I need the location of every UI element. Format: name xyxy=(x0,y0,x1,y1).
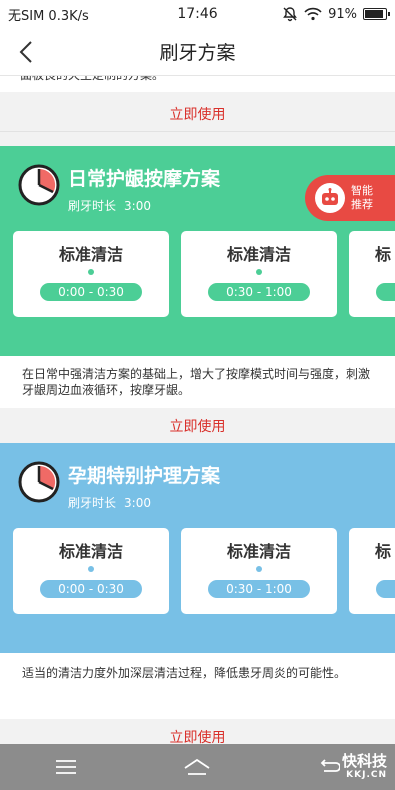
plan-description-partial: 面板良的天主定制的方案。 xyxy=(0,76,395,92)
system-nav-bar: 快科技 KKJ.CN xyxy=(0,744,395,790)
phase-title: 标准清洁 xyxy=(58,542,123,561)
use-now-button[interactable]: 立即使用 xyxy=(0,719,395,744)
home-button[interactable] xyxy=(177,752,217,782)
plan-description: 适当的清洁力度外加深层清洁过程，降低患牙周炎的可能性。 xyxy=(0,653,395,719)
phase-time: 0:30 - 1:00 xyxy=(208,283,310,301)
status-time: 17:46 xyxy=(177,6,218,22)
phase-title: 标 xyxy=(375,245,392,264)
back-button[interactable] xyxy=(10,36,42,68)
phase-card: 标 xyxy=(349,528,395,614)
chevron-left-icon xyxy=(19,41,32,63)
phase-time: 0:00 - 0:30 xyxy=(40,580,142,598)
home-icon xyxy=(184,758,210,775)
phase-time: 0:30 - 1:00 xyxy=(208,580,310,598)
plan-title: 日常护龈按摩方案 xyxy=(68,168,221,190)
plan-title: 孕期特别护理方案 xyxy=(68,465,221,487)
nav-bar: 刷牙方案 xyxy=(0,28,395,76)
phase-title: 标准清洁 xyxy=(226,542,291,561)
use-now-button[interactable]: 立即使用 xyxy=(0,408,395,444)
robot-icon xyxy=(315,183,345,213)
duration-value: 3:00 xyxy=(124,496,151,510)
use-now-label: 立即使用 xyxy=(169,419,226,435)
watermark-sub: KKJ.CN xyxy=(346,770,387,780)
phase-dot xyxy=(88,269,94,275)
phase-title: 标准清洁 xyxy=(226,245,291,264)
duration-label: 刷牙时长 xyxy=(68,199,117,213)
phase-card: 标准清洁 0:30 - 1:00 xyxy=(181,528,337,614)
battery-icon xyxy=(363,8,390,20)
phase-card: 标准清洁 0:00 - 0:30 xyxy=(13,231,169,317)
plan-list[interactable]: 面板良的天主定制的方案。 立即使用 日常护龈按摩方案 刷牙时长 3:00 标准清洁… xyxy=(0,76,395,744)
phase-time-partial xyxy=(376,580,395,598)
menu-button[interactable] xyxy=(46,752,86,782)
phase-title: 标 xyxy=(375,542,392,561)
use-now-label: 立即使用 xyxy=(169,730,226,744)
phase-card: 标准清洁 0:30 - 1:00 xyxy=(181,231,337,317)
plan-duration: 刷牙时长 3:00 xyxy=(68,494,151,511)
page-title: 刷牙方案 xyxy=(159,42,236,64)
duration-label: 刷牙时长 xyxy=(68,496,117,510)
phase-cards[interactable]: 标准清洁 0:00 - 0:30 标准清洁 0:30 - 1:00 标 xyxy=(13,528,395,614)
phase-cards[interactable]: 标准清洁 0:00 - 0:30 标准清洁 0:30 - 1:00 标 xyxy=(13,231,395,317)
use-now-button[interactable]: 立即使用 xyxy=(0,96,395,132)
status-bar: 无SIM 0.3K/s 17:46 91% xyxy=(0,0,395,28)
phase-time: 0:00 - 0:30 xyxy=(40,283,142,301)
watermark-logo: 快科技 KKJ.CN xyxy=(342,754,387,782)
smart-line2: 推荐 xyxy=(351,198,373,211)
return-icon xyxy=(320,759,341,772)
plan-header: 孕期特别护理方案 刷牙时长 3:00 标准清洁 0:00 - 0:30 标准清洁 … xyxy=(0,443,395,653)
duration-value: 3:00 xyxy=(124,199,151,213)
phase-dot xyxy=(256,566,262,572)
plan-card-pregnancy: 孕期特别护理方案 刷牙时长 3:00 标准清洁 0:00 - 0:30 标准清洁 … xyxy=(0,443,395,744)
phase-time-partial xyxy=(376,283,395,301)
phase-dot xyxy=(88,566,94,572)
smart-recommend-label: 智能 推荐 xyxy=(351,184,381,212)
clock-icon xyxy=(18,164,60,206)
clock-icon xyxy=(18,461,60,503)
smart-line1: 智能 xyxy=(351,184,373,197)
use-now-label: 立即使用 xyxy=(169,107,226,123)
phase-card: 标 xyxy=(349,231,395,317)
phase-dot xyxy=(256,269,262,275)
menu-icon xyxy=(55,760,76,774)
plan-description: 在日常中强清洁方案的基础上，增大了按摩模式时间与强度，刺激牙龈周边血液循环，按摩… xyxy=(0,356,395,408)
smart-recommend-button[interactable]: 智能 推荐 xyxy=(305,175,395,221)
phase-title: 标准清洁 xyxy=(58,245,123,264)
phase-card: 标准清洁 0:00 - 0:30 xyxy=(13,528,169,614)
plan-duration: 刷牙时长 3:00 xyxy=(68,197,151,214)
